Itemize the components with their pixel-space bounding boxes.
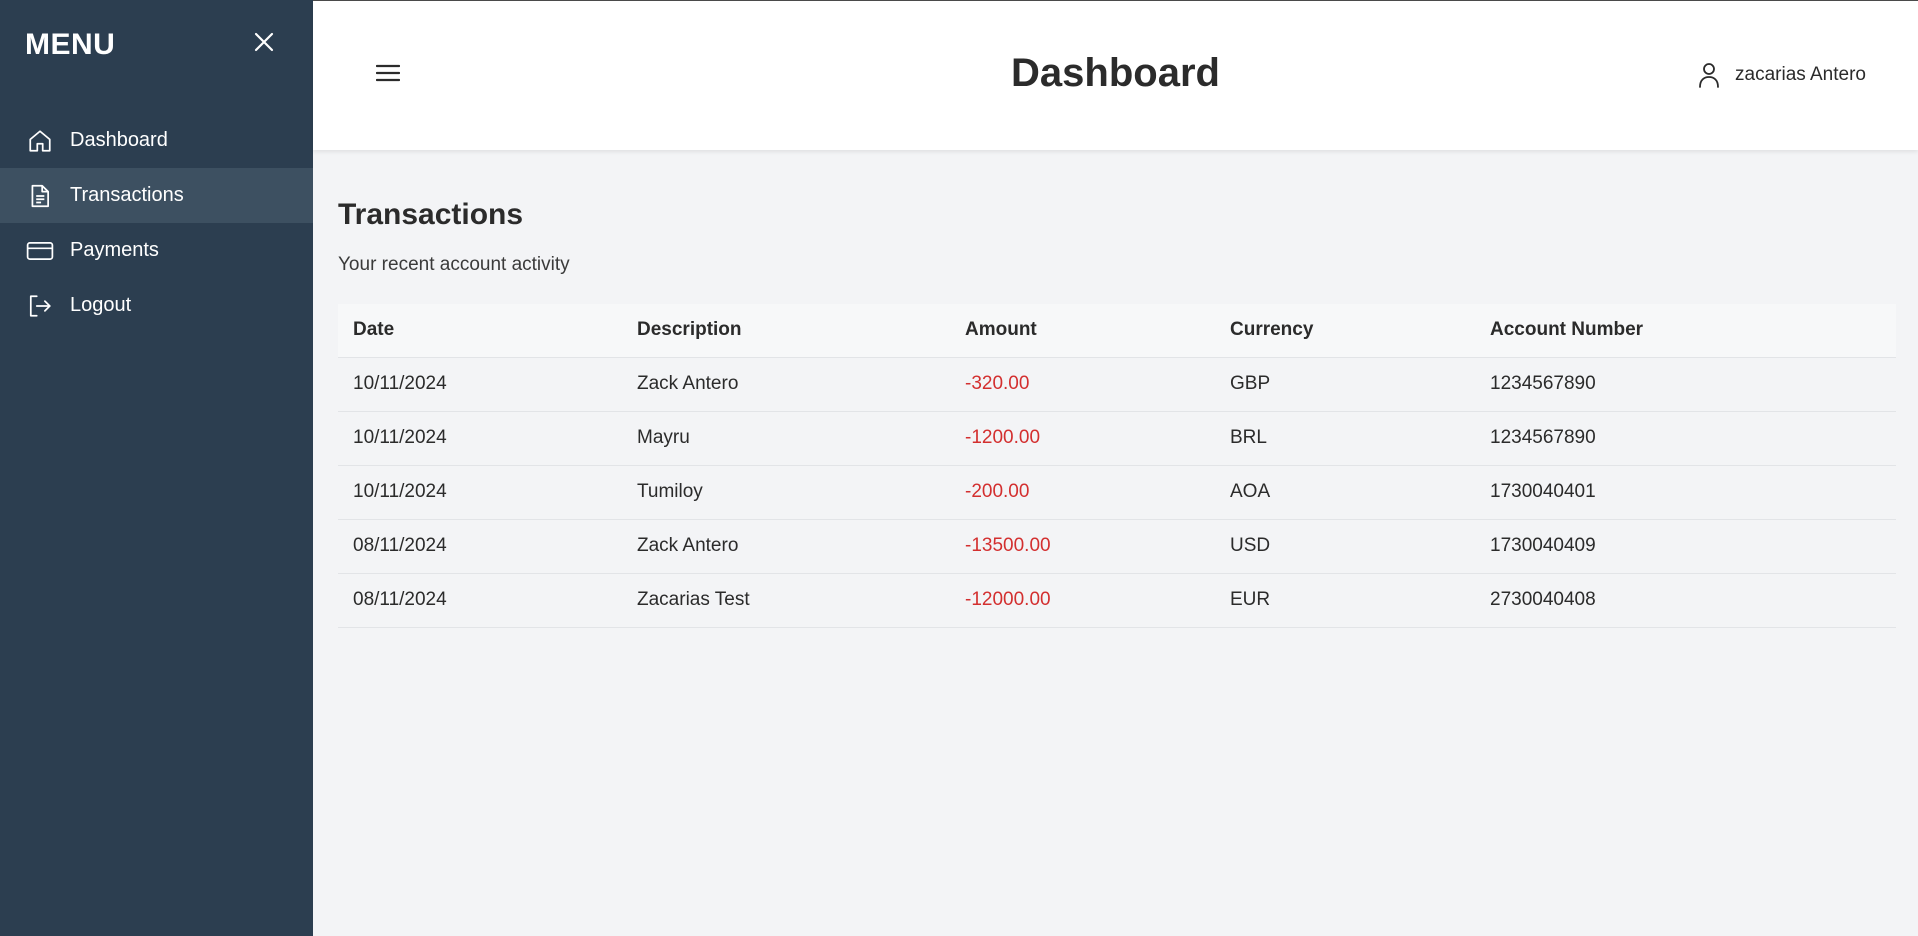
sidebar-item-logout[interactable]: Logout: [0, 278, 313, 333]
cell-description: Zacarias Test: [622, 573, 950, 628]
page-title: Transactions: [338, 198, 524, 231]
column-header-amount: Amount: [950, 304, 1215, 358]
column-header-description: Description: [622, 304, 950, 358]
table-row: 10/11/2024 Tumiloy -200.00 AOA 173004040…: [338, 465, 1896, 520]
cell-account-number: 1234567890: [1475, 357, 1896, 412]
table-row: 10/11/2024 Zack Antero -320.00 GBP 12345…: [338, 357, 1896, 412]
table-row: 08/11/2024 Zacarias Test -12000.00 EUR 2…: [338, 573, 1896, 628]
home-icon: [26, 127, 54, 155]
main-content: Transactions Your recent account activit…: [338, 150, 1896, 628]
cell-date: 08/11/2024: [338, 519, 622, 574]
close-sidebar-button[interactable]: [248, 26, 280, 58]
top-header: Dashboard zacarias Antero: [313, 0, 1918, 150]
app: MENU Dashboard Transactions Payments Log…: [0, 0, 1918, 936]
table-row: 10/11/2024 Mayru -1200.00 BRL 1234567890: [338, 411, 1896, 466]
table-row: 08/11/2024 Zack Antero -13500.00 USD 173…: [338, 519, 1896, 574]
sidebar-item-dashboard[interactable]: Dashboard: [0, 113, 313, 168]
column-header-currency: Currency: [1215, 304, 1475, 358]
user-name: zacarias Antero: [1735, 64, 1866, 85]
table-header-row: Date Description Amount Currency Account…: [338, 304, 1896, 358]
credit-card-icon: [26, 237, 54, 265]
cell-amount: -200.00: [950, 465, 1215, 520]
transactions-table: Date Description Amount Currency Account…: [338, 304, 1896, 628]
user-icon: [1695, 61, 1723, 89]
cell-amount: -1200.00: [950, 411, 1215, 466]
cell-amount: -12000.00: [950, 573, 1215, 628]
menu-title: MENU: [25, 28, 116, 61]
cell-date: 10/11/2024: [338, 411, 622, 466]
page-subtitle: Your recent account activity: [338, 254, 570, 275]
cell-amount: -320.00: [950, 357, 1215, 412]
cell-date: 10/11/2024: [338, 465, 622, 520]
sidebar-item-label: Transactions: [70, 184, 184, 206]
cell-account-number: 1730040409: [1475, 519, 1896, 574]
cell-currency: GBP: [1215, 357, 1475, 412]
cell-currency: AOA: [1215, 465, 1475, 520]
cell-account-number: 1730040401: [1475, 465, 1896, 520]
sidebar-item-label: Logout: [70, 294, 132, 316]
user-menu[interactable]: zacarias Antero: [1695, 61, 1866, 89]
cell-date: 08/11/2024: [338, 573, 622, 628]
cell-description: Mayru: [622, 411, 950, 466]
sidebar-item-transactions[interactable]: Transactions: [0, 168, 313, 223]
cell-description: Zack Antero: [622, 357, 950, 412]
cell-date: 10/11/2024: [338, 357, 622, 412]
cell-account-number: 2730040408: [1475, 573, 1896, 628]
header-title: Dashboard: [1011, 51, 1220, 95]
sidebar-nav: Dashboard Transactions Payments Logout: [0, 113, 313, 333]
sidebar: MENU Dashboard Transactions Payments Log…: [0, 0, 313, 936]
cell-currency: BRL: [1215, 411, 1475, 466]
sidebar-item-label: Dashboard: [70, 129, 168, 151]
column-header-date: Date: [338, 304, 622, 358]
column-header-account-number: Account Number: [1475, 304, 1896, 358]
cell-currency: USD: [1215, 519, 1475, 574]
cell-currency: EUR: [1215, 573, 1475, 628]
cell-description: Tumiloy: [622, 465, 950, 520]
close-icon: [254, 32, 274, 52]
cell-account-number: 1234567890: [1475, 411, 1896, 466]
sidebar-item-payments[interactable]: Payments: [0, 223, 313, 278]
logout-icon: [26, 292, 54, 320]
cell-amount: -13500.00: [950, 519, 1215, 574]
document-icon: [26, 182, 54, 210]
sidebar-item-label: Payments: [70, 239, 159, 261]
cell-description: Zack Antero: [622, 519, 950, 574]
